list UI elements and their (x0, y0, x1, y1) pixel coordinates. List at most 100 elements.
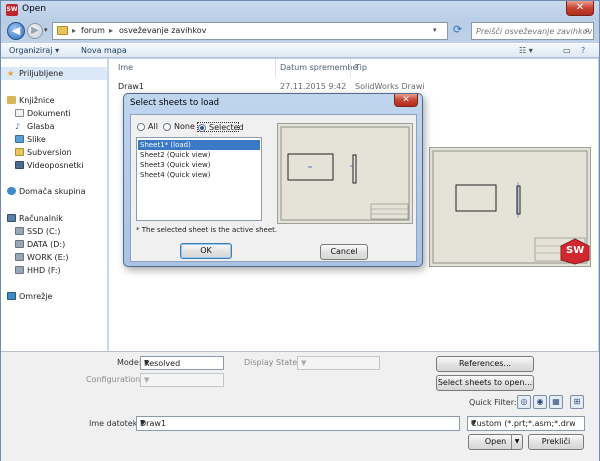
column-header-type[interactable]: Tip (355, 63, 367, 72)
nav-item-label: Dokumenti (27, 109, 71, 118)
nav-item-libraries[interactable]: Knjižnice (1, 94, 107, 107)
configurations-select[interactable]: ▼ (140, 373, 224, 387)
history-dropdown-icon[interactable]: ▾ (44, 26, 48, 34)
picture-icon (15, 135, 24, 143)
sheet-item[interactable]: Sheet4 (Quick view) (138, 170, 260, 180)
nav-item-label: Slike (27, 135, 46, 144)
command-toolbar: Organiziraj ▾ Nova mapa ☷ ▾ ▭ ? (1, 43, 599, 58)
display-states-label: Display States: (244, 358, 305, 367)
libraries-icon (7, 96, 16, 104)
breadcrumb[interactable]: ▸ forum ▸ osveževanje zavihkov ▾ (52, 22, 448, 40)
dialog-cancel-button[interactable]: Cancel (320, 244, 368, 260)
nav-item-label: Videoposnetki (27, 161, 84, 170)
sheet-item[interactable]: Sheet1* (load) (138, 140, 260, 150)
search-input[interactable]: Preišči osveževanje zavihkov ⌕ (471, 22, 594, 40)
breadcrumb-dropdown-icon[interactable]: ▾ (433, 26, 437, 34)
nav-item-favorites[interactable]: ★ Priljubljene (1, 67, 107, 80)
sheet-item[interactable]: Sheet2 (Quick view) (138, 150, 260, 160)
nav-item-drive-e[interactable]: WORK (E:) (1, 251, 107, 264)
nav-item-label: DATA (D:) (27, 240, 66, 249)
nav-item-drive-c[interactable]: SSD (C:) (1, 225, 107, 238)
nav-item-subversion[interactable]: Subversion (1, 146, 107, 159)
sheet-item[interactable]: Sheet3 (Quick view) (138, 160, 260, 170)
quick-filter-label: Quick Filter: (469, 398, 517, 407)
nav-item-music[interactable]: ♪ Glasba (1, 120, 107, 133)
nav-item-documents[interactable]: Dokumenti (1, 107, 107, 120)
video-icon (15, 161, 24, 169)
computer-icon (7, 214, 16, 222)
column-divider[interactable] (350, 59, 351, 77)
star-icon: ★ (7, 69, 15, 78)
configurations-label: Configurations: (86, 375, 148, 384)
nav-item-videos[interactable]: Videoposnetki (1, 159, 107, 172)
active-sheet-note: * The selected sheet is the active sheet… (136, 226, 278, 234)
document-icon (15, 109, 24, 117)
select-sheets-dialog: Select sheets to load ✕ All None Selecte… (123, 93, 423, 267)
breadcrumb-separator: ▸ (72, 26, 77, 35)
column-header-name[interactable]: Ime (118, 63, 133, 72)
preview-pane-icon[interactable]: ▭ (563, 46, 571, 55)
close-button[interactable]: ✕ (566, 1, 594, 16)
search-icon[interactable]: ⌕ (584, 25, 590, 36)
breadcrumb-item[interactable]: forum (81, 26, 105, 35)
radio-selected[interactable]: Selected (197, 122, 244, 132)
open-button[interactable]: Open ▼ (468, 434, 523, 450)
cancel-button[interactable]: Prekliči (528, 434, 584, 450)
file-preview: SW (429, 147, 591, 267)
mode-select[interactable]: Resolved ▼ (140, 356, 224, 370)
drive-icon (15, 266, 24, 274)
network-icon (7, 292, 16, 300)
music-icon: ♪ (15, 122, 21, 131)
open-options-panel: Mode: Resolved ▼ Display States: ▼ Confi… (1, 351, 599, 461)
breadcrumb-separator: ▸ (109, 26, 114, 35)
file-type-select[interactable]: Custom (*.prt;*.asm;*.drw;*.sldp ▼ (467, 416, 585, 431)
organize-menu[interactable]: Organiziraj ▾ (9, 46, 59, 55)
file-type: SolidWorks Drawi (355, 82, 425, 91)
ok-button[interactable]: OK (180, 243, 232, 259)
chevron-down-icon: ▼ (140, 419, 146, 427)
help-icon[interactable]: ? (581, 46, 585, 55)
column-divider[interactable] (275, 59, 276, 77)
open-dropdown-icon[interactable]: ▼ (511, 435, 522, 449)
chevron-down-icon: ▼ (144, 359, 150, 367)
new-folder-button[interactable]: Nova mapa (81, 46, 127, 55)
open-button-label: Open (484, 437, 507, 446)
nav-item-drive-f[interactable]: HHD (F:) (1, 264, 107, 277)
filter-parts-icon[interactable]: ◎ (517, 395, 531, 409)
dialog-close-button[interactable]: ✕ (394, 94, 418, 107)
radio-label: None (174, 122, 195, 131)
address-bar: ◀ ▶ ▾ ▸ forum ▸ osveževanje zavihkov ▾ ⟳… (1, 19, 599, 43)
refresh-icon[interactable]: ⟳ (453, 23, 467, 39)
folder-icon (57, 26, 68, 35)
filter-drawings-icon[interactable]: ▦ (549, 395, 563, 409)
nav-item-label: SSD (C:) (27, 227, 61, 236)
drive-icon (15, 253, 24, 261)
open-dialog-window: SW Open ✕ ◀ ▶ ▾ ▸ forum ▸ osveževanje za… (0, 0, 600, 461)
view-options-icon[interactable]: ☷ ▾ (519, 46, 533, 55)
column-header-date[interactable]: Datum spremembe (280, 63, 357, 72)
references-button[interactable]: References... (436, 356, 534, 372)
folder-icon (15, 148, 24, 156)
mode-label: Mode: (117, 358, 142, 367)
dialog-title: Select sheets to load (130, 98, 220, 108)
search-placeholder: Preišči osveževanje zavihkov (476, 27, 593, 36)
forward-button[interactable]: ▶ (27, 23, 43, 39)
back-button[interactable]: ◀ (7, 22, 25, 40)
filter-assemblies-icon[interactable]: ◉ (533, 395, 547, 409)
nav-item-homegroup[interactable]: Domača skupina (1, 185, 107, 198)
display-states-select[interactable]: ▼ (297, 356, 380, 370)
nav-item-pictures[interactable]: Slike (1, 133, 107, 146)
file-row[interactable]: Draw1 27.11.2015 9:42 SolidWorks Drawi (115, 80, 595, 93)
breadcrumb-item[interactable]: osveževanje zavihkov (119, 26, 206, 35)
filter-top-level-icon[interactable]: ⊞ (570, 395, 584, 409)
sheet-preview (277, 123, 413, 224)
select-sheets-button[interactable]: Select sheets to open... (436, 375, 534, 391)
sheet-list[interactable]: Sheet1* (load) Sheet2 (Quick view) Sheet… (136, 137, 262, 221)
nav-item-computer[interactable]: Računalnik (1, 212, 107, 225)
nav-item-network[interactable]: Omrežje (1, 290, 107, 303)
filename-input[interactable]: Draw1 ▼ (136, 416, 460, 431)
chevron-down-icon: ▼ (301, 359, 307, 367)
navigation-pane: ★ Priljubljene Knjižnice Dokumenti ♪ Gla… (1, 59, 108, 351)
radio-dot (198, 124, 206, 132)
nav-item-drive-d[interactable]: DATA (D:) (1, 238, 107, 251)
